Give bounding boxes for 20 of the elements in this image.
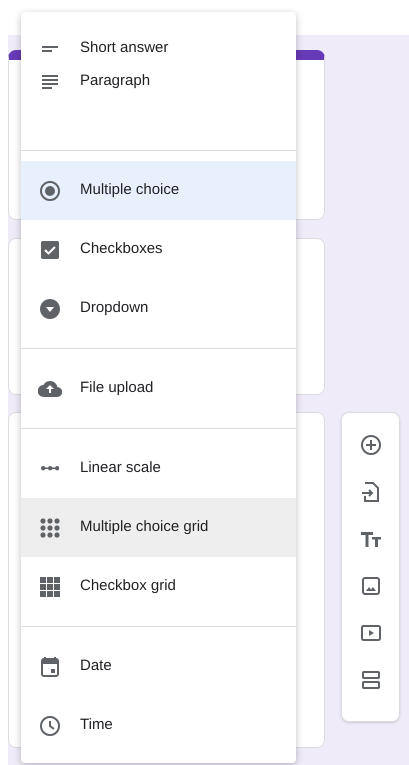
linear-scale-icon: [40, 466, 60, 471]
menu-item[interactable]: Short answer: [21, 32, 296, 65]
calendar-icon: [38, 654, 62, 678]
menu-item[interactable]: Paragraph: [21, 65, 296, 98]
menu-item[interactable]: Linear scale: [21, 439, 296, 498]
menu-item[interactable]: Date: [21, 637, 296, 696]
dropdown-icon: [38, 296, 62, 320]
menu-item[interactable]: Multiple choice: [21, 161, 296, 220]
dot-grid-icon: [38, 516, 62, 540]
radio-button-icon: [38, 178, 62, 202]
menu-item[interactable]: Dropdown: [21, 279, 296, 338]
clock-icon: [38, 714, 62, 738]
menu-item[interactable]: Time: [21, 696, 296, 755]
square-grid-icon: [38, 574, 62, 598]
short-answer-icon: [42, 46, 58, 52]
add-question-icon[interactable]: [358, 433, 382, 457]
menu-item[interactable]: Multiple choice grid: [21, 498, 296, 557]
menu-item[interactable]: Checkboxes: [21, 220, 296, 279]
menu-item[interactable]: File upload: [21, 359, 296, 418]
menu-item[interactable]: Checkbox grid: [21, 557, 296, 616]
